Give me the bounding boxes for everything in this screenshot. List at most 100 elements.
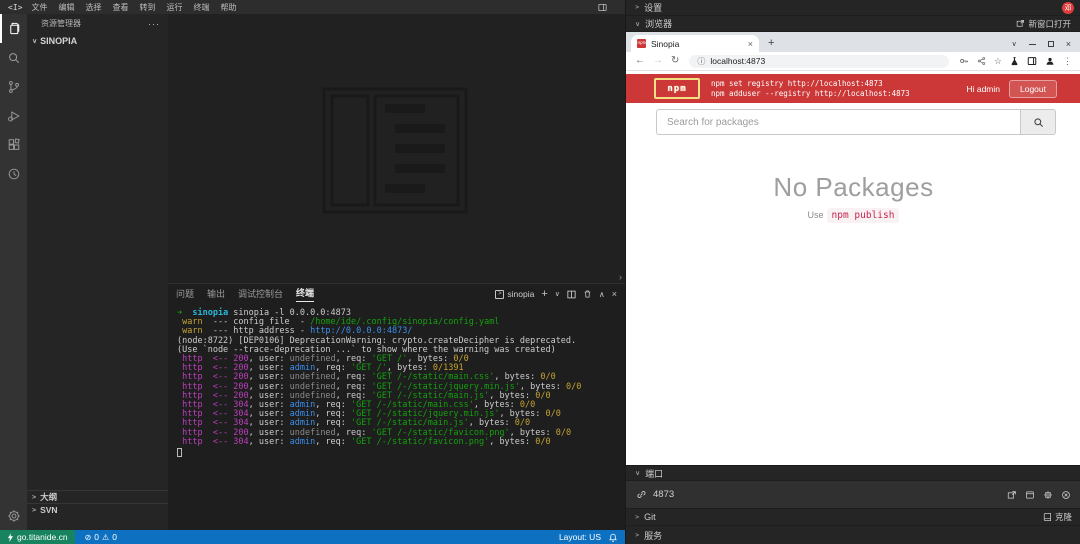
- kill-terminal-icon[interactable]: [583, 289, 592, 299]
- section-settings[interactable]: > 设置 邓: [626, 0, 1080, 16]
- no-packages-title: No Packages: [626, 172, 1080, 203]
- chevron-right-icon: >: [635, 514, 639, 520]
- maximize-panel-icon[interactable]: ∧: [599, 290, 605, 299]
- port-settings-gear-icon[interactable]: [1043, 490, 1053, 500]
- terminal-output[interactable]: ➜ sinopia sinopia -l 0.0.0.0:4873 warn -…: [168, 304, 625, 460]
- new-terminal-icon[interactable]: +: [541, 288, 547, 300]
- tree-root-label: SINOPIA: [40, 36, 77, 46]
- section-git[interactable]: > Git 克隆: [626, 509, 1080, 526]
- menu-item-selection[interactable]: 选择: [85, 2, 101, 13]
- reload-icon[interactable]: ↻: [671, 56, 679, 66]
- section-ports[interactable]: ∨ 端口: [626, 465, 1080, 481]
- sidebar-more-actions-icon[interactable]: ···: [148, 19, 160, 29]
- browser-menu-icon[interactable]: ⋮: [1063, 56, 1072, 67]
- status-bar: go.titanide.cn ⊘ 0 ⚠ 0 Layout: US: [0, 530, 625, 544]
- terminal-selector[interactable]: > sinopia: [495, 289, 534, 299]
- explorer-sidebar: 资源管理器 ··· ∨ SINOPIA > 大纲 > SVN: [27, 14, 168, 530]
- browser-tab-sinopia[interactable]: npm Sinopia ×: [631, 35, 759, 52]
- minimize-icon[interactable]: [1029, 44, 1036, 45]
- right-panel: > 设置 邓 ∨ 浏览器 新窗口打开 npm Sinopia × + ∨: [625, 0, 1080, 544]
- hint-prefix: Use: [808, 210, 824, 220]
- magnifier-icon: [1033, 117, 1044, 128]
- settings-gear-icon[interactable]: [0, 501, 27, 530]
- address-bar[interactable]: ⓘ localhost:4873: [689, 55, 949, 68]
- npm-adduser-command: npm adduser --registry http://localhost:…: [711, 89, 910, 99]
- profile-avatar-icon[interactable]: [1045, 56, 1055, 66]
- close-panel-icon[interactable]: ×: [612, 289, 617, 299]
- explorer-icon[interactable]: [0, 14, 27, 43]
- terminal-dropdown-icon[interactable]: ∨: [555, 290, 560, 298]
- git-clone-button[interactable]: 克隆: [1043, 511, 1072, 523]
- open-window-icon: [1016, 19, 1025, 28]
- tab-problems[interactable]: 问题: [176, 287, 194, 302]
- user-avatar[interactable]: 邓: [1062, 2, 1074, 14]
- remote-indicator[interactable]: go.titanide.cn: [0, 530, 75, 544]
- svn-label: SVN: [40, 505, 57, 515]
- warnings-icon: ⚠: [102, 533, 109, 542]
- side-panel-icon[interactable]: [1027, 56, 1037, 66]
- menu-item-go[interactable]: 转到: [139, 2, 155, 13]
- outline-label: 大纲: [40, 491, 57, 503]
- tab-debug-console[interactable]: 调试控制台: [238, 287, 283, 302]
- restore-icon[interactable]: [1048, 41, 1054, 47]
- password-key-icon[interactable]: [959, 56, 969, 66]
- tab-terminal[interactable]: 终端: [296, 286, 314, 302]
- chevron-down-icon: ∨: [32, 37, 37, 44]
- source-control-icon[interactable]: [0, 72, 27, 101]
- browser-tab-strip: npm Sinopia × + ∨ ×: [626, 32, 1080, 52]
- menu-item-edit[interactable]: 编辑: [58, 2, 74, 13]
- search-input[interactable]: [656, 109, 1020, 135]
- greeting-text: Hi admin: [966, 84, 1000, 94]
- editor-area[interactable]: ›: [168, 14, 625, 283]
- stop-forward-icon[interactable]: [1061, 490, 1071, 500]
- search-button[interactable]: [1020, 109, 1056, 135]
- section-browser[interactable]: ∨ 浏览器 新窗口打开: [626, 16, 1080, 32]
- split-terminal-icon[interactable]: [567, 290, 576, 299]
- sidebar-section-outline[interactable]: > 大纲: [27, 490, 168, 503]
- back-icon[interactable]: ←: [635, 56, 645, 66]
- menu-item-run[interactable]: 运行: [166, 2, 182, 13]
- flask-extension-icon[interactable]: [1010, 56, 1019, 66]
- menu-item-view[interactable]: 查看: [112, 2, 128, 13]
- open-preview-icon[interactable]: [1025, 490, 1035, 500]
- bookmark-star-icon[interactable]: ☆: [994, 56, 1002, 67]
- open-in-new-window-button[interactable]: 新窗口打开: [1016, 18, 1071, 30]
- app-logo: <I>: [8, 3, 22, 12]
- customize-layout-icon[interactable]: [598, 3, 607, 12]
- problems-indicator[interactable]: ⊘ 0 ⚠ 0: [85, 532, 117, 542]
- sinopia-page: npm npm set registry http://localhost:48…: [626, 71, 1080, 465]
- menu-item-terminal[interactable]: 终端: [193, 2, 209, 13]
- search-icon[interactable]: [0, 43, 27, 72]
- npm-header-banner: npm npm set registry http://localhost:48…: [626, 74, 1080, 103]
- sidebar-section-svn[interactable]: > SVN: [27, 503, 168, 516]
- extensions-icon[interactable]: [0, 130, 27, 159]
- forward-icon[interactable]: →: [653, 56, 663, 66]
- close-window-icon[interactable]: ×: [1066, 40, 1071, 48]
- bottom-panel: 问题 输出 调试控制台 终端 > sinopia + ∨ ∧ ×: [168, 283, 625, 530]
- menu-item-file[interactable]: 文件: [31, 2, 47, 13]
- chevron-down-icon: ∨: [635, 20, 640, 27]
- run-and-debug-icon[interactable]: [0, 101, 27, 130]
- timeline-icon[interactable]: [0, 159, 27, 188]
- section-services[interactable]: > 服务: [626, 526, 1080, 544]
- chevron-down-icon: ∨: [635, 469, 640, 476]
- logout-button[interactable]: Logout: [1009, 80, 1057, 98]
- close-tab-icon[interactable]: ×: [748, 39, 753, 49]
- notifications-bell-icon[interactable]: [609, 533, 617, 542]
- share-icon[interactable]: [977, 56, 986, 66]
- editor-watermark: [322, 87, 468, 214]
- errors-icon: ⊘: [85, 533, 92, 542]
- browser-dropdown-icon[interactable]: ∨: [1012, 40, 1017, 48]
- keyboard-layout-indicator[interactable]: Layout: US: [559, 532, 601, 542]
- site-info-icon[interactable]: ⓘ: [697, 56, 705, 67]
- open-in-browser-icon[interactable]: [1007, 490, 1017, 500]
- npm-logo: npm: [654, 78, 700, 99]
- new-tab-icon[interactable]: +: [768, 38, 774, 49]
- menu-item-help[interactable]: 帮助: [220, 2, 236, 13]
- package-search: [656, 109, 1056, 135]
- tab-output[interactable]: 输出: [207, 287, 225, 302]
- port-row-4873[interactable]: 4873: [626, 481, 1080, 509]
- panel-tab-bar: 问题 输出 调试控制台 终端 > sinopia + ∨ ∧ ×: [168, 284, 625, 304]
- tree-root-sinopia[interactable]: ∨ SINOPIA: [27, 33, 168, 48]
- panel-expand-chevron-icon[interactable]: ›: [619, 272, 622, 282]
